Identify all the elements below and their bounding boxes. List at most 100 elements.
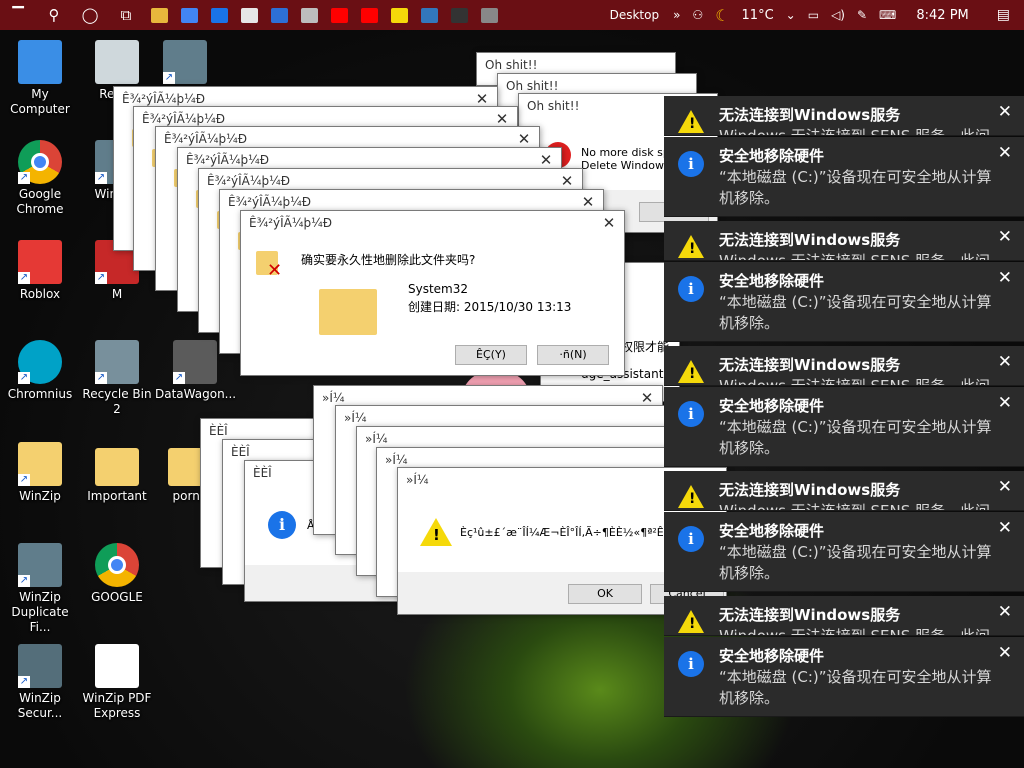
close-icon[interactable]: ✕ (998, 477, 1012, 497)
taskbar-app-3[interactable] (234, 0, 264, 30)
close-icon[interactable]: ✕ (998, 393, 1012, 413)
close-icon[interactable]: ✕ (573, 193, 603, 211)
notification-service-warning[interactable]: ! 无法连接到Windows服务 Windows 无法连接到 SENS 服务。此问 ✕ (664, 596, 1024, 636)
cortana-icon: ◯ (81, 6, 99, 24)
info-icon: i (678, 276, 704, 302)
info-icon: i (268, 511, 296, 539)
shortcut-arrow-icon: ↗ (163, 72, 175, 84)
desktop-toolbar-label[interactable]: Desktop (600, 8, 668, 22)
weather-temp[interactable]: 11°C (736, 8, 780, 23)
close-icon[interactable]: ✕ (998, 102, 1012, 122)
chrome-icon: ↗ (18, 140, 62, 184)
notification-body: “本地磁盘 (C:)”设备现在可安全地从计算机移除。 (719, 668, 992, 707)
photos-icon (300, 7, 318, 23)
desktop-icon[interactable]: WinZip PDF Express (77, 644, 157, 721)
keyboard-icon[interactable]: ⌨ (873, 8, 902, 22)
dialog-title: »­Í¼ (406, 473, 429, 487)
notification-safe-remove[interactable]: i 安全地移除硬件 “本地磁盘 (C:)”设备现在可安全地从计算机移除。 ✕ (664, 137, 1024, 217)
desktop-icon[interactable]: ↗ WinZip Secur... (0, 644, 80, 721)
cortana-button[interactable]: ◯ (72, 0, 108, 30)
notification-body: Windows 无法连接到 SENS 服务。此问 (719, 377, 991, 386)
notification-service-warning[interactable]: ! 无法连接到Windows服务 Windows 无法连接到 SENS 服务。此问 ✕ (664, 346, 1024, 386)
taskbar-app-5[interactable] (294, 0, 324, 30)
taskbar-app-11[interactable] (474, 0, 504, 30)
taskbar-app-2[interactable] (204, 0, 234, 30)
desktop-icon[interactable]: Important (77, 442, 157, 504)
desktop-icon[interactable]: My Computer (0, 40, 80, 117)
warning-icon: ! (678, 610, 704, 633)
notification-service-warning[interactable]: ! 无法连接到Windows服务 Windows 无法连接到 SENS 服务。此问 ✕ (664, 96, 1024, 136)
notification-safe-remove[interactable]: i 安全地移除硬件 “本地磁盘 (C:)”设备现在可安全地从计算机移除。 ✕ (664, 512, 1024, 592)
taskbar-app-6[interactable] (324, 0, 354, 30)
notification-title: 安全地移除硬件 (719, 272, 825, 290)
taskbar-app-7[interactable] (354, 0, 384, 30)
people-icon[interactable]: ⚇ (686, 8, 709, 22)
desktop-icon-label: My Computer (10, 87, 70, 116)
folder-icon (95, 448, 139, 486)
taskbar-app-8[interactable] (384, 0, 414, 30)
shortcut-arrow-icon: ↗ (95, 372, 107, 384)
close-icon[interactable]: ✕ (998, 518, 1012, 538)
dialog-title: Ê¾²ýÎÃ¼þ¼Ð (122, 92, 206, 106)
desktop-icon-label: Chromnius (7, 387, 73, 401)
no-button[interactable]: ·ñ(N) (537, 345, 609, 365)
dialog-title: Ê¾²ýÎÃ¼þ¼Ð (249, 216, 333, 230)
notification-body: Windows 无法连接到 SENS 服务。此问 (719, 252, 991, 261)
desktop-icon[interactable]: ↗ WinZip (0, 442, 80, 504)
desktop-icon[interactable]: ↗ Roblox (0, 240, 80, 302)
info-icon: i (678, 651, 704, 677)
close-icon[interactable]: ✕ (998, 268, 1012, 288)
desktop-icon[interactable]: ↗ Chromnius (0, 340, 80, 402)
search-button[interactable]: ⚲ (36, 0, 72, 30)
close-icon[interactable]: ✕ (531, 151, 561, 169)
dialog-title: »­Í¼ (322, 391, 345, 405)
task-view-button[interactable]: ⧉ (108, 0, 144, 30)
desktop-icon[interactable]: ↗ Google Chrome (0, 140, 80, 217)
yes-button[interactable]: ÊÇ(Y) (455, 345, 527, 365)
close-icon[interactable]: ✕ (998, 143, 1012, 163)
desktop-icon[interactable]: ↗ Recycle Bin 2 (77, 340, 157, 417)
taskbar-app-9[interactable] (414, 0, 444, 30)
volume-icon[interactable]: ◁) (825, 8, 851, 22)
taskbar-app-4[interactable] (264, 0, 294, 30)
notification-body: Windows 无法连接到 SENS 服务。此问 (719, 502, 991, 511)
desktop-icon[interactable]: ↗ WinZip Duplicate Fi... (0, 543, 80, 635)
desktop-icon[interactable]: GOOGLE (77, 543, 157, 605)
taskbar-app-0[interactable] (144, 0, 174, 30)
dialog-title: ÈÈÎ (253, 466, 272, 480)
notification-service-warning[interactable]: ! 无法连接到Windows服务 Windows 无法连接到 SENS 服务。此问 ✕ (664, 471, 1024, 511)
close-icon[interactable]: ✕ (998, 643, 1012, 663)
ok-button[interactable]: OK (568, 584, 642, 604)
taskbar-app-10[interactable] (444, 0, 474, 30)
action-center-icon[interactable]: ▤ (983, 7, 1024, 23)
close-icon[interactable]: ✕ (594, 214, 624, 232)
toolbar-expand-icon[interactable]: » (667, 8, 686, 22)
taskbar-app-1[interactable] (174, 0, 204, 30)
network-icon[interactable]: ▭ (802, 8, 825, 22)
dialog-title: Oh shit!! (485, 58, 538, 72)
desktop-icon-label: DataWagon... (155, 387, 237, 401)
desktop-icon-label: Roblox (19, 287, 61, 301)
7zip-icon (450, 7, 468, 23)
start-button[interactable]: ▔ (0, 0, 36, 30)
desktop-icon[interactable]: ↗ (145, 40, 225, 87)
clock[interactable]: 8:42 PM (902, 8, 982, 23)
tray-chevron-icon[interactable]: ⌄ (780, 8, 802, 22)
weather-moon-icon[interactable]: ☾ (709, 6, 735, 25)
notification-safe-remove[interactable]: i 安全地移除硬件 “本地磁盘 (C:)”设备现在可安全地从计算机移除。 ✕ (664, 262, 1024, 342)
desktop-icon-label: WinZip Duplicate Fi... (11, 590, 69, 634)
close-icon[interactable]: ✕ (509, 130, 539, 148)
ohshit-line1: No more disk sp (581, 146, 670, 159)
desktop-icon-label: Recycle Bin 2 (82, 387, 152, 416)
notification-service-warning[interactable]: ! 无法连接到Windows服务 Windows 无法连接到 SENS 服务。此问 ✕ (664, 221, 1024, 261)
notification-title: 安全地移除硬件 (719, 397, 825, 415)
notification-title: 无法连接到Windows服务 (719, 481, 901, 499)
warning-icon: ! (678, 360, 704, 383)
notification-safe-remove[interactable]: i 安全地移除硬件 “本地磁盘 (C:)”设备现在可安全地从计算机移除。 ✕ (664, 387, 1024, 467)
pen-icon[interactable]: ✎ (851, 8, 873, 22)
close-icon[interactable]: ✕ (552, 172, 582, 190)
close-icon[interactable]: ✕ (998, 602, 1012, 622)
close-icon[interactable]: ✕ (998, 227, 1012, 247)
notification-safe-remove[interactable]: i 安全地移除硬件 “本地磁盘 (C:)”设备现在可安全地从计算机移除。 ✕ (664, 637, 1024, 717)
close-icon[interactable]: ✕ (998, 352, 1012, 372)
